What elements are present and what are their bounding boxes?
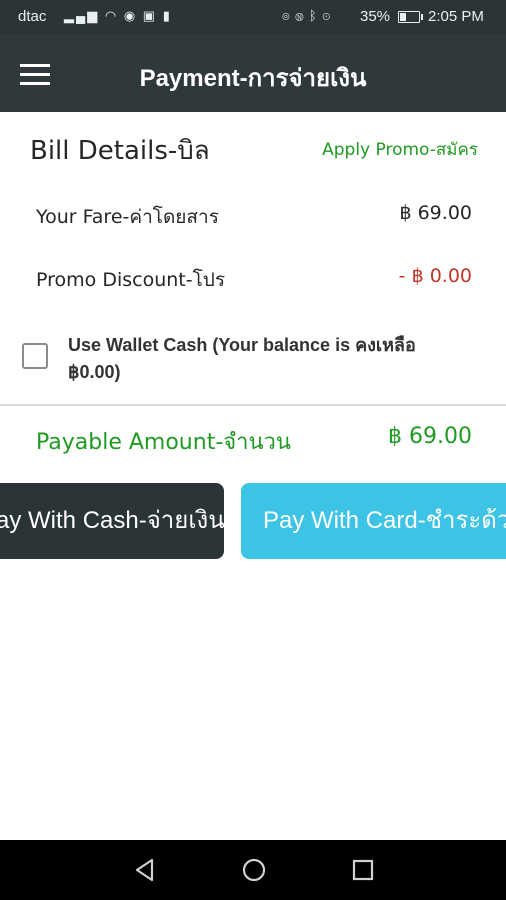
status-bar: dtac ▂▄▆ ◠ ◉ ▣ ▮ ◎ Ⓝ ᛒ ⊙ 35% 2:05 PM [0, 0, 506, 34]
payable-amount-label: Payable Amount-จำนวน [36, 430, 291, 455]
system-nav-bar [0, 840, 506, 900]
bill-details-title: Bill Details-บิล [30, 136, 210, 166]
pay-with-cash-label: Pay With Cash-จ่ายเงินสด [0, 507, 224, 534]
wifi-icon: ◠ [104, 8, 119, 23]
app-bar: Payment-การจ่ายเงิน [0, 34, 506, 112]
wallet-cash-checkbox[interactable] [22, 343, 48, 369]
status-left-icons: ▂▄▆ ◠ ◉ ▣ ▮ [64, 8, 172, 24]
divider [0, 404, 506, 406]
eye-icon: ◎ [282, 8, 291, 23]
pay-with-card-button[interactable]: Pay With Card-ชำระด้วยบัตร [241, 483, 506, 559]
pay-with-card-label: Pay With Card-ชำระด้วยบัตร [263, 507, 506, 534]
status-right-icons: ◎ Ⓝ ᛒ ⊙ [282, 8, 331, 23]
image-icon: ▣ [142, 8, 158, 23]
page-title: Payment-การจ่ายเงิน [139, 65, 367, 92]
wallet-cash-label[interactable]: Use Wallet Cash (Your balance is คงเหลือ… [68, 332, 468, 386]
bluetooth-icon: ᛒ [308, 8, 318, 23]
location-icon: ⊙ [322, 8, 332, 23]
battery-percent: 35% [360, 8, 391, 25]
apply-promo-link[interactable]: Apply Promo-สมัคร [322, 136, 478, 163]
app-icon: ◉ [123, 8, 138, 23]
pay-with-cash-button[interactable]: Pay With Cash-จ่ายเงินสด [0, 483, 224, 559]
fare-value: ฿ 69.00 [399, 202, 472, 224]
sim-icon: ▮ [162, 8, 172, 23]
battery-icon [398, 11, 423, 23]
carrier-name: dtac [18, 8, 47, 25]
recents-icon[interactable] [349, 856, 377, 884]
back-icon[interactable] [131, 856, 159, 884]
clock: 2:05 PM [428, 8, 484, 25]
promo-discount-label: Promo Discount-โปร [36, 269, 226, 291]
fare-label: Your Fare-ค่าโดยสาร [36, 206, 219, 228]
wallet-balance: ฿0.00) [68, 362, 121, 382]
payable-amount-value: ฿ 69.00 [388, 424, 472, 449]
home-icon[interactable] [240, 856, 268, 884]
nfc-icon: Ⓝ [295, 8, 305, 23]
signal-icon: ▂▄▆ [64, 8, 100, 23]
wallet-cash-label-line1: Use Wallet Cash (Your balance is คงเหลือ [68, 335, 416, 355]
promo-discount-value: - ฿ 0.00 [398, 265, 472, 287]
